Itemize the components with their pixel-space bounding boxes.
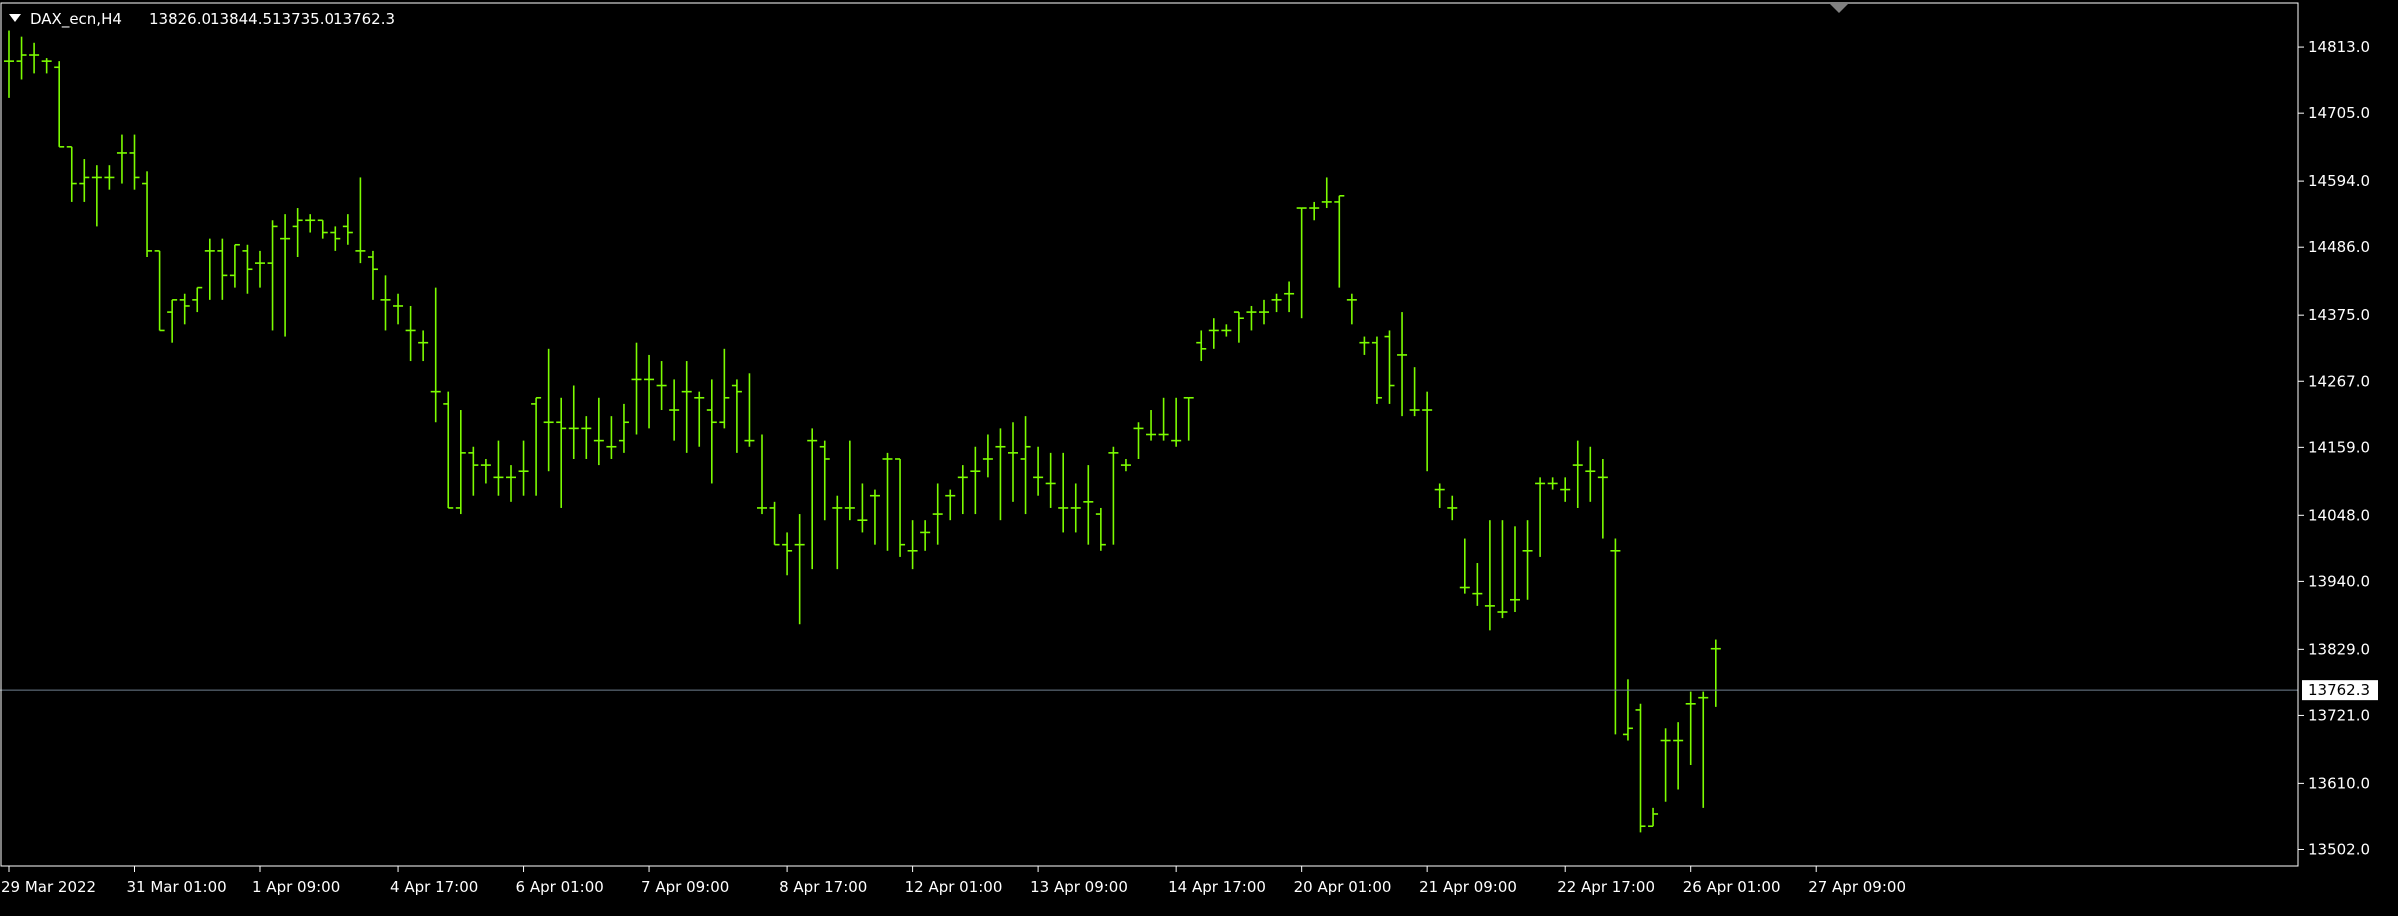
y-tick-label: 14159.0 — [2308, 438, 2370, 456]
x-tick-label: 13 Apr 09:00 — [1030, 878, 1128, 896]
y-tick-label: 14813.0 — [2308, 38, 2370, 56]
x-tick-label: 31 Mar 01:00 — [127, 878, 227, 896]
header-low: 13735.0 — [272, 10, 334, 28]
y-tick-label: 14594.0 — [2308, 172, 2370, 190]
x-tick-label: 27 Apr 09:00 — [1808, 878, 1906, 896]
current-price-tag: 13762.3 — [2302, 680, 2378, 701]
header-close: 13762.3 — [333, 10, 395, 28]
x-tick-label: 12 Apr 01:00 — [905, 878, 1003, 896]
chart-window[interactable]: 14813.0 14705.0 14594.0 14486.0 14375.0 14267… — [0, 0, 2398, 916]
x-tick-label: 26 Apr 01:00 — [1683, 878, 1781, 896]
y-tick-label: 13940.0 — [2308, 572, 2370, 590]
x-tick-label: 14 Apr 17:00 — [1168, 878, 1266, 896]
y-tick-label: 14375.0 — [2308, 306, 2370, 324]
y-tick-label: 14705.0 — [2308, 104, 2370, 122]
y-tick-label: 14267.0 — [2308, 372, 2370, 390]
x-tick-label: 4 Apr 17:00 — [390, 878, 478, 896]
x-tick-label: 7 Apr 09:00 — [641, 878, 729, 896]
y-tick-label: 13721.0 — [2308, 706, 2370, 724]
y-tick-label: 13829.0 — [2308, 640, 2370, 658]
x-tick-label: 1 Apr 09:00 — [252, 878, 340, 896]
x-tick-label: 22 Apr 17:00 — [1557, 878, 1655, 896]
header-open: 13826.0 — [149, 10, 211, 28]
header-high: 13844.5 — [210, 10, 272, 28]
chart-svg[interactable]: 14813.0 14705.0 14594.0 14486.0 14375.0 14267… — [0, 0, 2398, 916]
chart-header: DAX_ecn,H4 13826.0 13844.5 13735.0 13762… — [9, 10, 395, 29]
chart-background — [0, 0, 2398, 916]
x-tick-label: 20 Apr 01:00 — [1294, 878, 1392, 896]
x-tick-label: 8 Apr 17:00 — [779, 878, 867, 896]
y-tick-label: 13502.0 — [2308, 840, 2370, 858]
current-price-tag-label: 13762.3 — [2308, 681, 2370, 699]
x-tick-label: 21 Apr 09:00 — [1419, 878, 1517, 896]
y-tick-label: 13610.0 — [2308, 774, 2370, 792]
y-tick-label: 14486.0 — [2308, 238, 2370, 256]
header-symbol: DAX_ecn,H4 — [30, 10, 122, 29]
x-tick-label: 6 Apr 01:00 — [516, 878, 604, 896]
x-tick-label: 29 Mar 2022 — [1, 878, 96, 896]
y-tick-label: 14048.0 — [2308, 506, 2370, 524]
